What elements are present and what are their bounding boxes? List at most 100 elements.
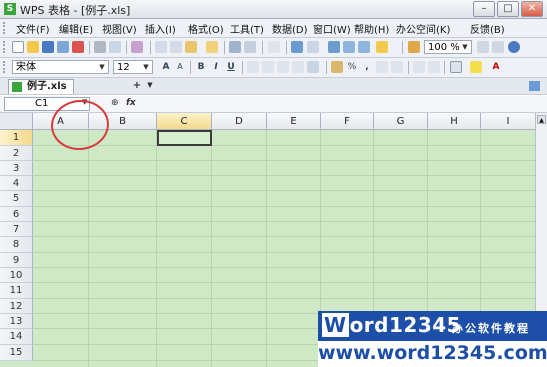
row-header-15[interactable]: 15 bbox=[0, 345, 33, 361]
tab-list-icon[interactable] bbox=[529, 81, 540, 91]
justify-icon[interactable] bbox=[292, 61, 304, 73]
row-header-6[interactable]: 6 bbox=[0, 207, 33, 222]
filter-options-icon[interactable] bbox=[358, 41, 370, 53]
format-painter-icon[interactable] bbox=[206, 41, 218, 53]
italic-button[interactable]: I bbox=[210, 61, 222, 73]
row-header-9[interactable]: 9 bbox=[0, 253, 33, 268]
menu-window[interactable]: 窗口(W) bbox=[313, 21, 351, 36]
xls-file-icon bbox=[12, 82, 22, 92]
row-header-2[interactable]: 2 bbox=[0, 146, 33, 161]
tab-example-xls[interactable]: 例子.xls bbox=[8, 79, 74, 94]
new-tab-button[interactable]: + bbox=[130, 79, 144, 92]
column-header-h[interactable]: H bbox=[428, 113, 481, 130]
copy-icon[interactable] bbox=[170, 41, 182, 53]
paste-icon[interactable] bbox=[185, 41, 197, 53]
undo-icon[interactable] bbox=[229, 41, 241, 53]
row-header-13[interactable]: 13 bbox=[0, 314, 33, 329]
menu-edit[interactable]: 编辑(E) bbox=[59, 21, 93, 36]
row-header-8[interactable]: 8 bbox=[0, 237, 33, 253]
row-header-5[interactable]: 5 bbox=[0, 191, 33, 207]
chart-wizard-icon[interactable] bbox=[408, 41, 420, 53]
open-icon[interactable] bbox=[27, 41, 39, 53]
row-header-7[interactable]: 7 bbox=[0, 222, 33, 237]
column-header-d[interactable]: D bbox=[212, 113, 267, 130]
decrease-decimal-icon[interactable] bbox=[391, 61, 403, 73]
help-icon[interactable] bbox=[508, 41, 520, 53]
toolbar-separator bbox=[286, 41, 287, 54]
select-all-corner[interactable] bbox=[0, 113, 33, 130]
menu-bar: 文件(F) 编辑(E) 视图(V) 插入(I) 格式(O) 工具(T) 数据(D… bbox=[0, 19, 547, 38]
row-header-14[interactable]: 14 bbox=[0, 329, 33, 345]
decrease-font-button[interactable]: A bbox=[174, 61, 186, 73]
row-header-10[interactable]: 10 bbox=[0, 268, 33, 283]
column-header-i[interactable]: I bbox=[481, 113, 536, 130]
font-name-select[interactable]: 宋体 ▼ bbox=[12, 60, 109, 74]
insert-row-icon[interactable] bbox=[268, 41, 280, 53]
preview-icon[interactable] bbox=[109, 41, 121, 53]
redo-icon[interactable] bbox=[244, 41, 256, 53]
column-header-f[interactable]: F bbox=[321, 113, 374, 130]
fx-button[interactable]: fx bbox=[126, 98, 136, 108]
underline-button[interactable]: U bbox=[225, 61, 237, 73]
menu-help[interactable]: 帮助(H) bbox=[354, 21, 389, 36]
merge-cells-icon[interactable] bbox=[307, 61, 319, 73]
scroll-up-icon[interactable]: ▲ bbox=[537, 115, 546, 124]
align-right-icon[interactable] bbox=[277, 61, 289, 73]
menu-file[interactable]: 文件(F) bbox=[16, 21, 50, 36]
column-header-g[interactable]: G bbox=[374, 113, 428, 130]
fill-color-icon[interactable] bbox=[470, 61, 482, 73]
print-icon[interactable] bbox=[94, 41, 106, 53]
email-icon[interactable] bbox=[57, 41, 69, 53]
row-header-11[interactable]: 11 bbox=[0, 283, 33, 299]
row-header-3[interactable]: 3 bbox=[0, 161, 33, 176]
font-color-icon[interactable]: A bbox=[490, 61, 502, 73]
menu-tools[interactable]: 工具(T) bbox=[230, 21, 264, 36]
spellcheck-icon[interactable] bbox=[131, 41, 143, 53]
cut-icon[interactable] bbox=[155, 41, 167, 53]
sort-asc-icon[interactable] bbox=[291, 41, 303, 53]
indent-increase-icon[interactable] bbox=[428, 61, 440, 73]
menu-office-space[interactable]: 办公空间(K) bbox=[396, 21, 450, 36]
zoom-lens-icon[interactable]: ⊕ bbox=[111, 98, 119, 108]
align-left-icon[interactable] bbox=[247, 61, 259, 73]
window-controls: – □ ✕ bbox=[473, 1, 543, 17]
new-icon[interactable] bbox=[12, 41, 24, 53]
toolbar-separator bbox=[402, 41, 403, 54]
comma-style-icon[interactable]: , bbox=[361, 61, 373, 73]
maximize-button[interactable]: □ bbox=[497, 1, 519, 17]
increase-font-button[interactable]: A bbox=[160, 61, 172, 73]
row-header-12[interactable]: 12 bbox=[0, 299, 33, 314]
increase-decimal-icon[interactable] bbox=[376, 61, 388, 73]
borders-icon[interactable] bbox=[450, 61, 462, 73]
menu-view[interactable]: 视图(V) bbox=[102, 21, 137, 36]
row-header-4[interactable]: 4 bbox=[0, 176, 33, 191]
menu-data[interactable]: 数据(D) bbox=[272, 21, 308, 36]
close-button[interactable]: ✕ bbox=[521, 1, 543, 17]
autosum-icon[interactable] bbox=[307, 41, 319, 53]
currency-icon[interactable] bbox=[331, 61, 343, 73]
minimize-button[interactable]: – bbox=[473, 1, 495, 17]
zoom-icon[interactable] bbox=[492, 41, 504, 53]
menu-format[interactable]: 格式(O) bbox=[188, 21, 224, 36]
toolbar-grip-icon bbox=[3, 41, 9, 53]
font-size-select[interactable]: 12 ▼ bbox=[113, 60, 153, 74]
zoom-select[interactable]: 100 % ▼ bbox=[424, 40, 472, 54]
filter-icon[interactable] bbox=[343, 41, 355, 53]
percent-icon[interactable]: % bbox=[346, 61, 358, 73]
column-header-e[interactable]: E bbox=[267, 113, 321, 130]
sort-desc-icon[interactable] bbox=[328, 41, 340, 53]
column-header-c[interactable]: C bbox=[157, 113, 212, 130]
indent-decrease-icon[interactable] bbox=[413, 61, 425, 73]
chevron-down-icon[interactable]: ▼ bbox=[143, 79, 157, 92]
formatting-toolbar: 宋体 ▼ 12 ▼ A A B I U % , A bbox=[0, 58, 547, 78]
menu-insert[interactable]: 插入(I) bbox=[145, 21, 176, 36]
chart-icon[interactable] bbox=[376, 41, 388, 53]
find-icon[interactable] bbox=[477, 41, 489, 53]
save-icon[interactable] bbox=[42, 41, 54, 53]
pdf-icon[interactable] bbox=[72, 41, 84, 53]
align-center-icon[interactable] bbox=[262, 61, 274, 73]
menu-feedback[interactable]: 反馈(B) bbox=[470, 21, 505, 36]
bold-button[interactable]: B bbox=[195, 61, 207, 73]
row-header-1[interactable]: 1 bbox=[0, 130, 33, 146]
selected-cell-c1[interactable] bbox=[157, 130, 212, 146]
